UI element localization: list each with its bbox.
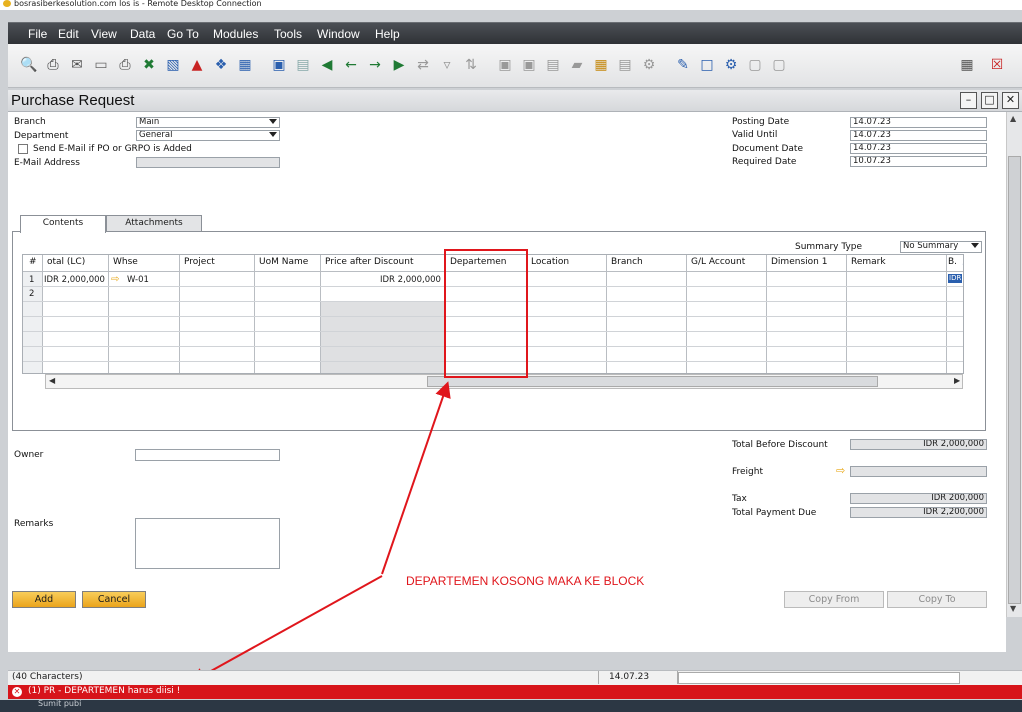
status-date: 14.07.23 bbox=[598, 671, 678, 684]
status-char-count: (40 Characters) bbox=[12, 672, 83, 682]
arrow-to-column bbox=[381, 381, 451, 575]
remote-desktop-screen: bosrasiberkesolution.com los is - Remote… bbox=[0, 0, 1022, 712]
status-bar: (40 Characters) 14.07.23 bbox=[8, 670, 1022, 685]
taskbar-item[interactable]: Sumit pubi bbox=[38, 699, 81, 708]
tab-contents[interactable]: Contents bbox=[20, 215, 106, 233]
arrow-to-error bbox=[189, 575, 383, 683]
taskbar: Sumit pubi bbox=[0, 699, 1022, 712]
error-message-bar: ✕ (1) PR - DEPARTEMEN harus diisi ! bbox=[8, 685, 1022, 699]
error-message: (1) PR - DEPARTEMEN harus diisi ! bbox=[28, 686, 181, 696]
status-field bbox=[678, 672, 960, 684]
annotation-arrows bbox=[189, 381, 451, 683]
error-icon: ✕ bbox=[12, 687, 22, 697]
